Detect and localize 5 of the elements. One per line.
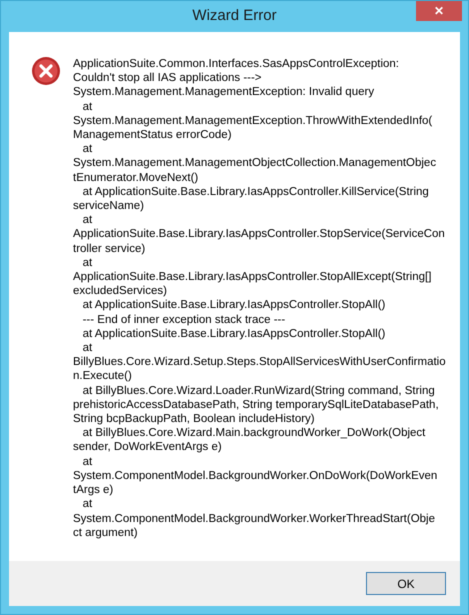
window-title: Wizard Error (192, 6, 277, 26)
close-button[interactable]: ✕ (416, 1, 462, 21)
error-message: ApplicationSuite.Common.Interfaces.SasAppsControlException: Couldn't stop all IAS applications ---> System.Management.ManagementException: Invalid query at System.Management.ManagementException.ThrowWithExtendedInfo( ManagementStatus errorCode) at System.Management.ManagementObjectCollection.ManagementObjec tEnumerator.MoveNext() at ApplicationSuite.Base.Library.IasAppsController.KillService(String serviceName) at ApplicationSuite.Base.Library.IasAppsController.StopService(ServiceCon troller service) at ApplicationSuite.Base.Library.IasAppsController.StopAllExcept(String[] excludedServices) at ApplicationSuite.Base.Library.IasAppsController.StopAll() --- End of inner exception stack trace --- at ApplicationSuite.Base.Library.IasAppsController.StopAll() at BillyBlues.Core.Wizard.Setup.Steps.StopAllServicesWithUserConfirmatio n.Execute() at BillyBlues.Core.Wizard.Loader.RunWizard(String command, String prehistoricAccessDatabasePath, String temporarySqlLiteDatabasePath, String bcpBackupPath, Boolean includeHistory) at BillyBlues.Core.Wizard.Main.backgroundWorker_DoWork(Object sender, DoWorkEventArgs e) at System.ComponentModel.BackgroundWorker.OnDoWork(DoWorkEven tArgs e) at System.ComponentModel.BackgroundWorker.WorkerThreadStart(Obje ct argument) (73, 57, 446, 541)
error-icon (31, 56, 61, 86)
ok-button[interactable]: OK (366, 572, 446, 595)
